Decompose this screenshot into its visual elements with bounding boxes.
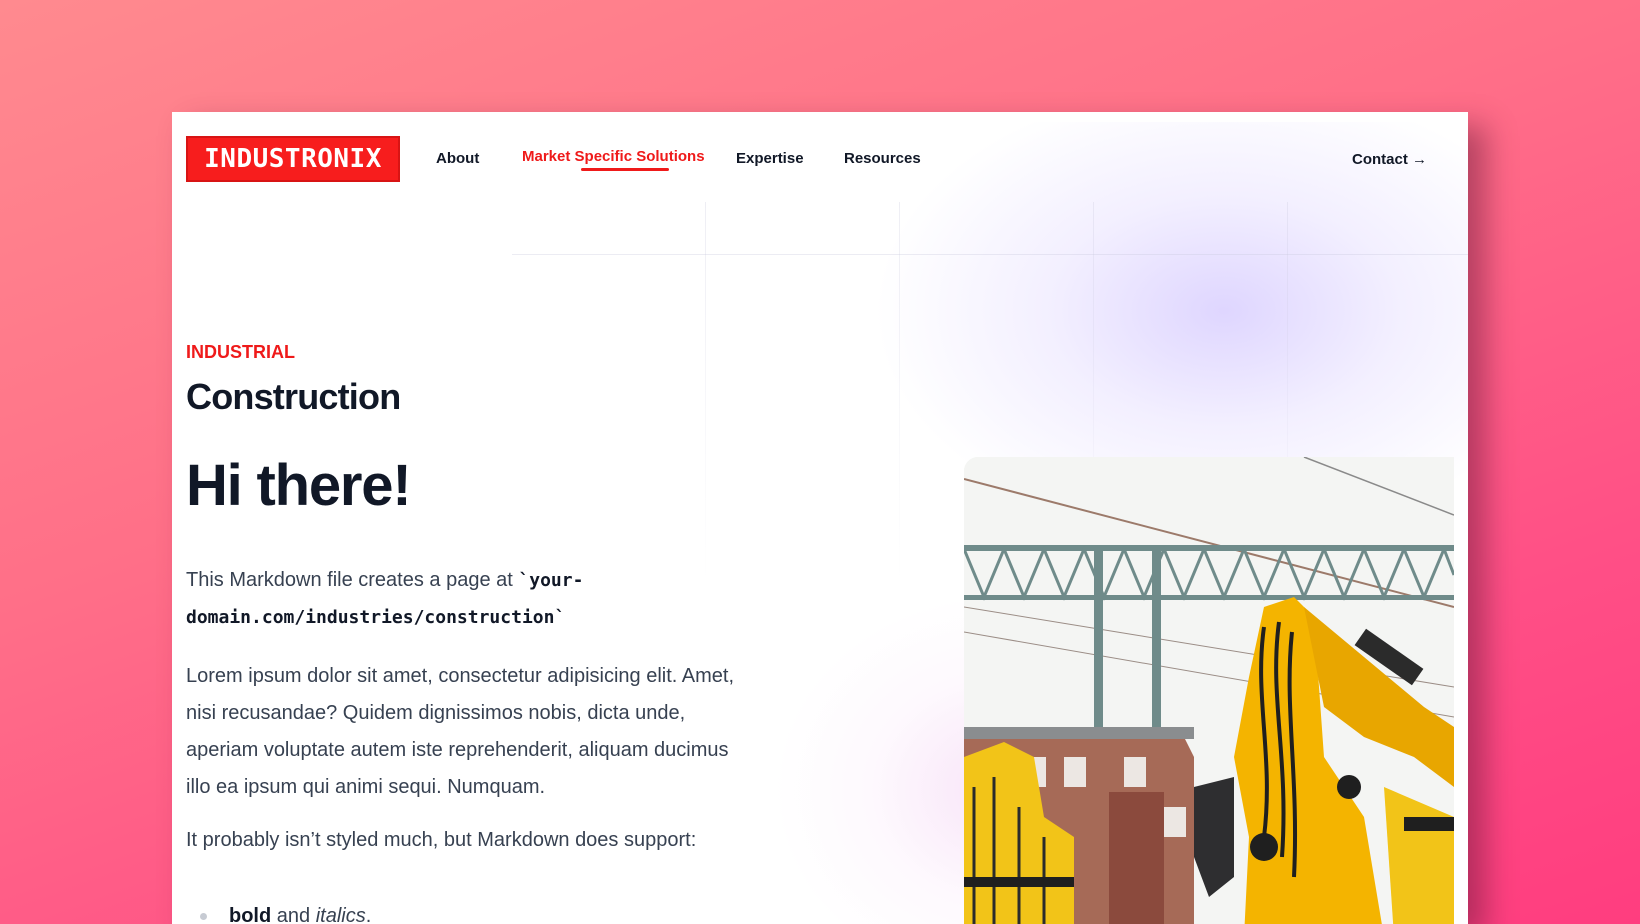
grid-line (705, 202, 706, 582)
list-item: bold and italics. (200, 898, 371, 924)
active-nav-indicator (581, 168, 669, 171)
period-text: . (365, 905, 372, 924)
category-label: INDUSTRIAL (186, 342, 295, 362)
intro-text: This Markdown file creates a page at (186, 569, 519, 591)
nav-link-expertise[interactable]: Expertise (736, 150, 804, 167)
brand-logo[interactable]: INDUSTRONIX (186, 136, 400, 182)
italic-text: italics (315, 905, 366, 924)
bold-text: bold (229, 905, 272, 924)
grid-line (512, 254, 1468, 255)
bullet-dot (200, 913, 207, 921)
lorem-paragraph: Lorem ipsum dolor sit amet, consectetur … (186, 665, 735, 798)
nav-link-market-specific-solutions[interactable]: Market Specific Solutions (522, 148, 705, 165)
support-paragraph: It probably isn’t styled much, but Markd… (186, 829, 697, 851)
main-heading: Hi there! (186, 453, 412, 518)
grid-line (899, 202, 900, 582)
top-navigation: INDUSTRONIX About Market Specific Soluti… (172, 112, 1468, 208)
page-title: Construction (186, 376, 401, 417)
intro-paragraph: This Markdown file creates a page at `yo… (186, 562, 746, 636)
nav-link-about[interactable]: About (436, 150, 479, 167)
and-text: and (271, 905, 316, 924)
excavator-illustration (964, 457, 1454, 924)
construction-photo (964, 457, 1454, 924)
nav-link-resources[interactable]: Resources (844, 150, 921, 167)
browser-page: INDUSTRONIX About Market Specific Soluti… (172, 112, 1468, 924)
contact-link[interactable]: Contact → (1352, 151, 1427, 168)
